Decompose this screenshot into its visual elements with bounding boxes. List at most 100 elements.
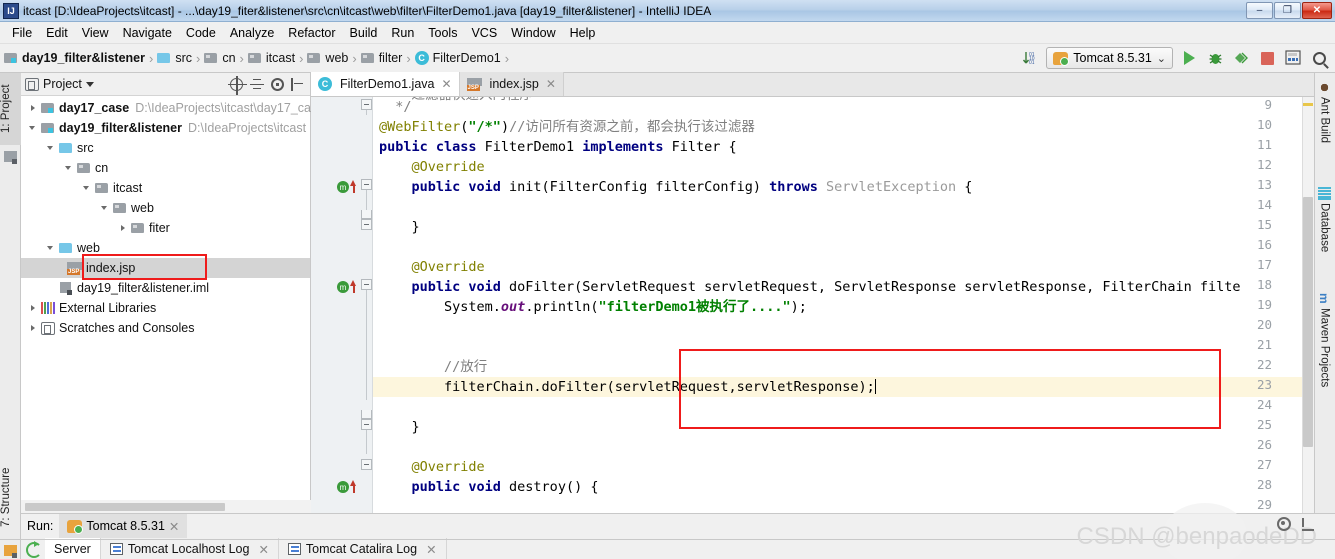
tree-item-fiter[interactable]: fiter [21,218,310,238]
chevron-right-icon[interactable] [117,222,130,235]
project-panel-scrollbar[interactable] [21,500,311,513]
tool-window-database[interactable]: Database [1314,183,1335,256]
breadcrumb-item-class[interactable]: FilterDemo1 [433,51,501,65]
chevron-down-icon[interactable] [63,162,76,175]
chevron-down-icon[interactable] [99,202,112,215]
layout-icon[interactable] [1283,48,1303,68]
close-icon[interactable]: ✕ [546,77,556,91]
menu-code[interactable]: Code [179,24,223,42]
run-gutter-marker-line-28[interactable]: m [337,480,359,494]
chevron-down-icon[interactable] [45,142,58,155]
editor-tab-index-jsp[interactable]: index.jsp ✕ [459,72,564,96]
run-tab-localhost-log[interactable]: Tomcat Localhost Log ✕ [101,538,279,559]
menu-build[interactable]: Build [343,24,385,42]
tree-item-iml[interactable]: day19_filter&listener.iml [21,278,310,298]
chevron-right-icon[interactable] [27,102,40,115]
tool-window-maven-projects[interactable]: m Maven Projects [1314,288,1335,391]
marker-glyph: m [337,481,349,493]
code-line-18: public void doFilter(ServletRequest serv… [379,279,1241,295]
fold-box[interactable] [361,99,372,110]
chevron-down-icon[interactable] [81,182,94,195]
gear-icon[interactable] [271,77,284,91]
fold-box[interactable] [361,179,372,190]
tree-item-label: itcast [113,181,143,195]
code-line-13: public void init(FilterConfig filterConf… [379,179,973,195]
close-icon[interactable]: ✕ [258,542,268,557]
run-tab-catalina-log[interactable]: Tomcat Catalira Log ✕ [279,538,447,559]
menu-navigate[interactable]: Navigate [116,24,179,42]
menu-refactor[interactable]: Refactor [281,24,342,42]
tree-item-web-package[interactable]: web [21,198,310,218]
breadcrumb-item-cn[interactable]: cn [222,51,235,65]
code-editor[interactable]: 过滤器快速入门程序 */ @WebFilter("/*")//访问所有资源之前，… [311,97,1314,513]
close-icon[interactable]: ✕ [441,77,451,91]
fold-box[interactable] [361,219,372,230]
gear-icon[interactable] [1277,517,1291,531]
editor-gutter[interactable] [311,97,373,513]
close-button[interactable]: ✕ [1302,2,1332,19]
run-tab-server[interactable]: Server [45,538,101,559]
close-icon[interactable]: ✕ [426,542,436,557]
menu-edit[interactable]: Edit [39,24,75,42]
chevron-down-icon[interactable] [85,81,94,87]
tree-item-day17-case[interactable]: day17_case D:\IdeaProjects\itcast\day17_… [21,98,311,118]
tree-item-day19-module[interactable]: day19_filter&listener D:\IdeaProjects\it… [21,118,310,138]
menu-window[interactable]: Window [504,24,562,42]
debug-button[interactable] [1205,48,1225,68]
tree-item-index-jsp[interactable]: index.jsp [21,258,310,278]
run-config-tab[interactable]: Tomcat 8.5.31 ✕ [59,514,188,538]
tool-window-structure[interactable]: 7: Structure [0,453,21,541]
menu-tools[interactable]: Tools [421,24,464,42]
breadcrumb-item-itcast[interactable]: itcast [266,51,295,65]
warning-marker[interactable] [1303,103,1313,106]
tree-item-cn[interactable]: cn [21,158,310,178]
editor-scrollbar-thumb[interactable] [1303,197,1313,447]
run-configuration-selector[interactable]: Tomcat 8.5.31 ⌄ [1046,47,1173,69]
run-gutter-marker-line-13[interactable]: m [337,180,359,194]
breadcrumb-item-src[interactable]: src [175,51,192,65]
search-icon[interactable] [1309,48,1329,68]
fold-box[interactable] [361,279,372,290]
collapse-all-icon[interactable] [250,78,264,91]
fold-box[interactable] [361,459,372,470]
breadcrumb-item-web[interactable]: web [325,51,348,65]
profile-button[interactable] [1231,48,1251,68]
run-button[interactable] [1179,48,1199,68]
breadcrumb-item-module[interactable]: day19_filter&listener [22,51,145,65]
tool-window-project[interactable]: 1: Project [0,73,21,145]
fold-box[interactable] [361,419,372,430]
chevron-right-icon[interactable] [27,302,40,315]
chevron-down-icon[interactable] [27,122,40,135]
menu-view[interactable]: View [75,24,116,42]
menu-analyze[interactable]: Analyze [223,24,281,42]
editor-tab-filterdemo1[interactable]: C FilterDemo1.java ✕ [311,72,460,96]
stop-button[interactable] [1257,48,1277,68]
tree-item-itcast[interactable]: itcast [21,178,310,198]
hide-panel-icon[interactable] [291,77,304,91]
tree-item-external-libraries[interactable]: External Libraries [21,298,310,318]
chevron-right-icon[interactable] [27,322,40,335]
chevron-down-icon[interactable] [45,242,58,255]
tree-item-scratches[interactable]: Scratches and Consoles [21,318,310,338]
maximize-button[interactable]: ❐ [1274,2,1301,19]
close-icon[interactable]: ✕ [169,519,179,534]
scroll-to-source-icon[interactable] [228,75,247,95]
editor-marker-gutter[interactable] [1302,97,1314,513]
tree-item-src[interactable]: src [21,138,310,158]
sort-icon[interactable]: 01 10 01 [1020,48,1040,68]
tree-item-web-dir[interactable]: web [21,238,310,258]
run-gutter-marker-line-18[interactable]: m [337,280,359,294]
fold-column[interactable] [360,97,373,513]
menu-run[interactable]: Run [384,24,421,42]
breadcrumb-item-filter[interactable]: filter [379,51,403,65]
line-number: 29 [1256,497,1272,512]
hide-panel-icon[interactable] [1301,517,1315,531]
menu-file[interactable]: File [5,24,39,42]
code-content[interactable]: 过滤器快速入门程序 */ @WebFilter("/*")//访问所有资源之前，… [373,97,1314,513]
menu-help[interactable]: Help [563,24,603,42]
tool-window-ant-build[interactable]: Ant Build [1314,77,1335,147]
scrollbar-thumb[interactable] [25,503,225,511]
menu-vcs[interactable]: VCS [464,24,504,42]
minimize-button[interactable]: – [1246,2,1273,19]
